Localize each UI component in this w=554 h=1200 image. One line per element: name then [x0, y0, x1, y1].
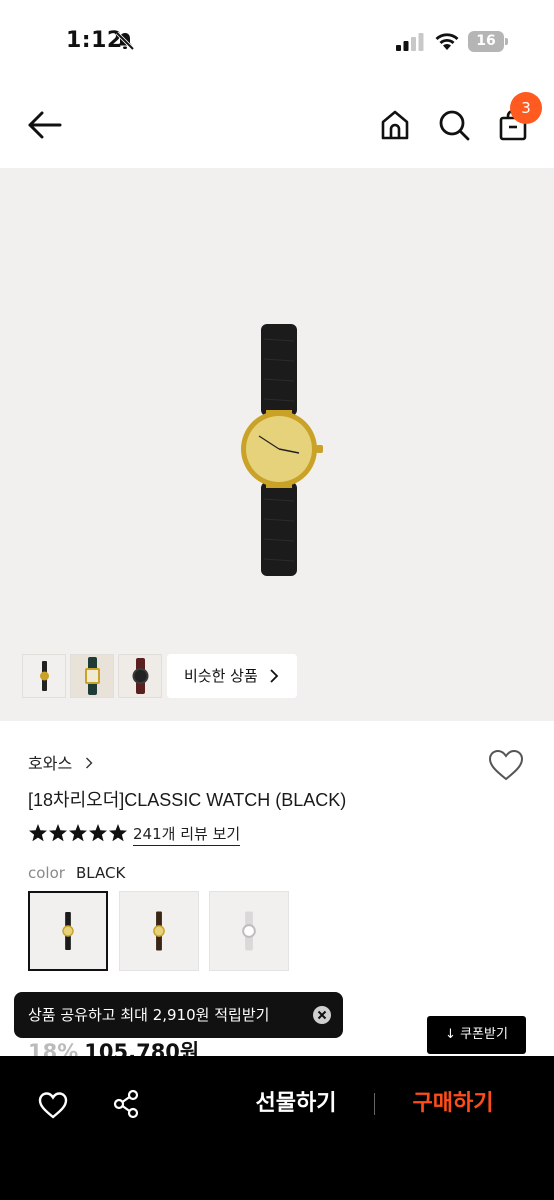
battery-icon: 16 [468, 31, 508, 52]
gift-button[interactable]: 선물하기 [236, 1086, 356, 1122]
chevron-right-icon [270, 669, 279, 683]
color-swatch-brown[interactable] [119, 891, 199, 971]
buy-button[interactable]: 구매하기 [398, 1086, 508, 1122]
cart-count-badge: 3 [510, 92, 542, 124]
product-title: [18차리오더]CLASSIC WATCH (BLACK) [28, 790, 347, 810]
similar-products-label: 비슷한 상품 [184, 667, 258, 685]
top-navigation: 3 [0, 84, 554, 168]
status-bar: 1:12 16 [0, 0, 554, 84]
wishlist-heart-icon[interactable] [487, 748, 525, 782]
chevron-right-icon [86, 757, 93, 769]
heart-icon[interactable] [37, 1090, 69, 1120]
toast-message: 상품 공유하고 최대 2,910원 적립받기 [28, 1006, 270, 1024]
thumbnail-2[interactable] [70, 654, 114, 698]
product-watch-image [241, 324, 323, 576]
close-circle-icon[interactable] [313, 1006, 331, 1024]
download-icon: ↓ [445, 1027, 456, 1042]
divider [374, 1093, 375, 1115]
home-icon[interactable] [378, 108, 412, 142]
star-rating-icon [29, 824, 127, 842]
brand-name: 호와스 [28, 754, 73, 773]
reviews-link[interactable]: 241개 리뷰 보기 [133, 823, 241, 846]
thumbnail-3[interactable] [118, 654, 162, 698]
color-swatch-silver[interactable] [209, 891, 289, 971]
thumbnail-1[interactable] [22, 654, 66, 698]
share-reward-toast: 상품 공유하고 최대 2,910원 적립받기 [14, 992, 343, 1038]
bottom-action-bar: 선물하기 구매하기 [0, 1056, 554, 1200]
back-arrow-icon[interactable] [26, 108, 64, 142]
brand-link[interactable]: 호와스 [28, 750, 93, 774]
wifi-icon [435, 33, 459, 50]
color-option-label: color [28, 864, 65, 882]
color-option-value: BLACK [76, 864, 126, 882]
coupon-download-button[interactable]: ↓ 쿠폰받기 [427, 1016, 526, 1054]
search-icon[interactable] [437, 108, 471, 142]
battery-level: 16 [476, 33, 496, 49]
coupon-label: 쿠폰받기 [460, 1027, 508, 1042]
product-image-gallery[interactable]: 비슷한 상품 [0, 168, 554, 721]
color-swatch-black[interactable] [28, 891, 108, 971]
similar-products-button[interactable]: 비슷한 상품 [167, 654, 297, 698]
share-icon[interactable] [112, 1089, 140, 1119]
bell-muted-icon [115, 31, 135, 51]
signal-icon [396, 33, 424, 51]
